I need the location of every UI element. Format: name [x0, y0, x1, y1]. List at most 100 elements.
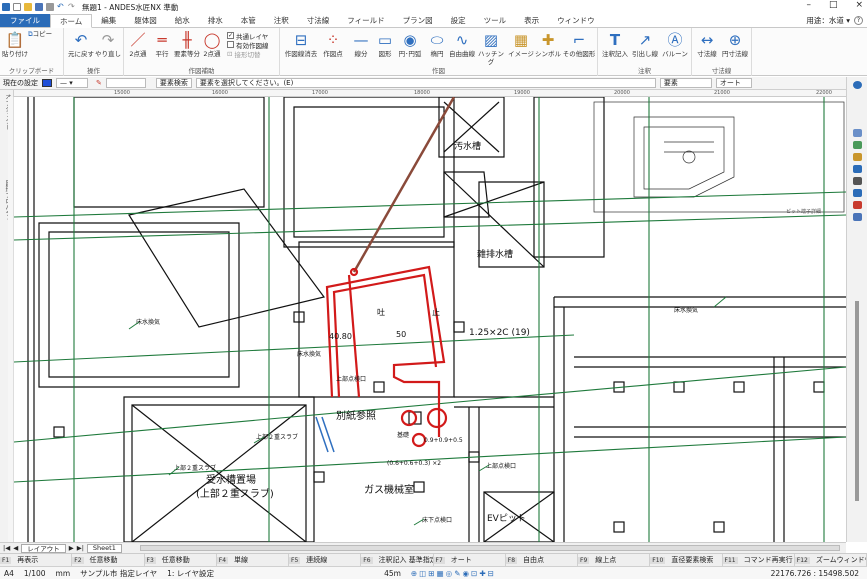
tab-dimension[interactable]: 寸法線 — [298, 14, 339, 27]
tab-drainage[interactable]: 排水 — [199, 14, 232, 27]
usage-dropdown[interactable]: 用途：水道 ▾ — [806, 15, 850, 26]
fkey-5[interactable]: F5 連続線 — [289, 554, 362, 566]
nav-prev-icon[interactable]: ◀ — [13, 544, 18, 552]
fkey-4[interactable]: F4 単線 — [216, 554, 289, 566]
fkey-8[interactable]: F8 自由点 — [505, 554, 578, 566]
tab-tools[interactable]: ツール — [475, 14, 516, 27]
two-point-line-button[interactable]: ／ 2点通 — [126, 30, 150, 58]
circle-dimension-button[interactable]: ⊕ 円寸法線 — [720, 30, 750, 58]
equal-divide-button[interactable]: ╫ 要素等分 — [174, 30, 200, 58]
nav-next-icon[interactable]: ▶ — [69, 544, 74, 552]
snap-icon[interactable] — [852, 153, 862, 161]
element-search-button[interactable]: 要素検索 — [155, 78, 192, 88]
copy-button[interactable]: ⧉コピー — [28, 30, 62, 38]
dimension-icon: ↔ — [700, 31, 714, 49]
symbol-button[interactable]: ✚ シンボル — [534, 30, 562, 58]
label-leader-b: 床水換気 — [297, 350, 321, 358]
cad-drawing[interactable]: 汚水槽 雑排水槽 1.25×2C (19) 40.80 50 吐 止 別紙参照 … — [14, 97, 846, 542]
element-mode-dropdown[interactable]: 要素 — [659, 78, 712, 88]
save-icon[interactable] — [35, 3, 43, 11]
fkey-9[interactable]: F9 線上点 — [578, 554, 651, 566]
tab-main-pipe[interactable]: 本管 — [232, 14, 265, 27]
nav-first-icon[interactable]: |◀ — [3, 544, 10, 552]
corner-shape-icon: ⌐ — [572, 31, 586, 49]
color-icon[interactable] — [852, 201, 862, 209]
auto-mode-dropdown[interactable]: オート — [715, 78, 752, 88]
circle-arc-button[interactable]: ◉ 円･円弧 — [396, 30, 424, 58]
ellipse-button[interactable]: ⬭ 楕円 — [426, 30, 448, 58]
fkey-12[interactable]: F12 ズームウィンドウ — [794, 554, 867, 566]
navigation-icon[interactable] — [852, 81, 862, 89]
sheet1-tab[interactable]: Sheet1 — [86, 543, 122, 553]
shape-button[interactable]: ▭ 図形 — [374, 30, 396, 58]
settings-icon[interactable] — [852, 177, 862, 185]
layer-setting[interactable]: 1: レイヤ設定 — [167, 568, 214, 579]
tab-file[interactable]: ファイル — [0, 14, 50, 27]
redo-button[interactable]: ↷ やり直し — [95, 30, 121, 58]
pen-icon[interactable]: ✎ — [96, 79, 102, 87]
fkey-11[interactable]: F11 コマンド再実行 — [722, 554, 795, 566]
line-button[interactable]: — 線分 — [348, 30, 374, 58]
linetype-dropdown[interactable]: — ▾ — [56, 78, 88, 88]
parallel-button[interactable]: ═ 平行 — [150, 30, 174, 58]
horizontal-scrollbar[interactable] — [140, 545, 840, 551]
fkey-7[interactable]: F7 オート — [433, 554, 506, 566]
other-shape-button[interactable]: ⌐ その他図形 — [562, 30, 596, 58]
redo-quick-icon[interactable]: ↷ — [68, 3, 76, 11]
freecurve-button[interactable]: ∿ 自由曲線 — [448, 30, 476, 58]
fkey-2[interactable]: F2 任意移動 — [72, 554, 145, 566]
tab-structure[interactable]: 躯体図 — [125, 14, 166, 27]
layer-icon[interactable] — [852, 129, 862, 137]
zoom-icon[interactable] — [852, 165, 862, 173]
tab-view[interactable]: 表示 — [515, 14, 548, 27]
drawing-canvas[interactable]: 汚水槽 雑排水槽 1.25×2C (19) 40.80 50 吐 止 別紙参照 … — [14, 97, 846, 542]
undo-button[interactable]: ↶ 元に戻す — [68, 30, 94, 58]
pen-dropdown[interactable] — [105, 78, 146, 88]
note-button[interactable]: T 注釈記入 — [600, 30, 630, 58]
tab-plan[interactable]: プラン図 — [394, 14, 442, 27]
minimize-button[interactable]: – — [806, 0, 811, 10]
tab-window[interactable]: ウィンドウ — [548, 14, 604, 27]
tab-edit[interactable]: 編集 — [92, 14, 125, 27]
paper-size[interactable]: A4 — [4, 569, 14, 578]
label-ev-pit: EVピット — [487, 513, 526, 524]
view-icon[interactable] — [852, 189, 862, 197]
fkey-1[interactable]: F1 再表示 — [0, 554, 73, 566]
close-button[interactable]: × — [855, 0, 863, 10]
clipboard-icon: 📋 — [5, 31, 25, 49]
drawpoint-button[interactable]: ⁘ 作図点 — [320, 30, 346, 58]
nav-last-icon[interactable]: ▶| — [77, 544, 84, 552]
fkey-6[interactable]: F6 注釈記入 基準指定 — [361, 554, 434, 566]
shape-switch-toggle[interactable]: ⊡ 接形切替 — [227, 49, 269, 59]
scale[interactable]: 1/100 — [24, 569, 46, 578]
region-layer[interactable]: サンプル市 指定レイヤ — [80, 568, 157, 579]
leader-button[interactable]: ↗ 引出し線 — [630, 30, 660, 58]
dimension-line-button[interactable]: ↔ 寸法線 — [694, 30, 720, 58]
tab-field[interactable]: フィールド — [338, 14, 393, 27]
two-point-circle-button[interactable]: ◯ 2点通 — [200, 30, 224, 58]
snap-toolbar[interactable]: ⊕◫⊞▦◎✎◉⊡✚⊟ — [411, 569, 496, 578]
tab-home[interactable]: ホーム — [50, 14, 93, 28]
image-button[interactable]: ▦ イメージ — [508, 30, 534, 58]
tab-water-supply[interactable]: 給水 — [166, 14, 199, 27]
maximize-button[interactable]: □ — [829, 0, 838, 10]
current-color-swatch[interactable] — [42, 79, 52, 87]
new-file-icon[interactable] — [13, 3, 21, 11]
undo-quick-icon[interactable]: ↶ — [57, 3, 65, 11]
open-folder-icon[interactable] — [24, 3, 32, 11]
layout-tab[interactable]: レイアウト — [21, 543, 66, 553]
balloon-button[interactable]: Ⓐ バルーン — [660, 30, 690, 58]
tab-annotation[interactable]: 注釈 — [265, 14, 298, 27]
info-icon[interactable] — [852, 213, 862, 221]
help-icon[interactable]: ? — [854, 16, 863, 25]
tab-settings[interactable]: 設定 — [442, 14, 475, 27]
paste-button[interactable]: 📋 貼り付け — [2, 30, 28, 58]
text-t-icon: T — [609, 31, 621, 49]
grid-icon[interactable] — [852, 141, 862, 149]
fkey-3[interactable]: F3 任意移動 — [144, 554, 217, 566]
fkey-10[interactable]: F10 直径要素検索 — [650, 554, 723, 566]
print-icon[interactable] — [46, 3, 54, 11]
vertical-scrollbar[interactable] — [855, 301, 859, 501]
erase-drafting-lines-button[interactable]: ⊟ 作図線消去 — [282, 30, 320, 58]
hatch-button[interactable]: ▨ ハッチング — [476, 30, 506, 66]
